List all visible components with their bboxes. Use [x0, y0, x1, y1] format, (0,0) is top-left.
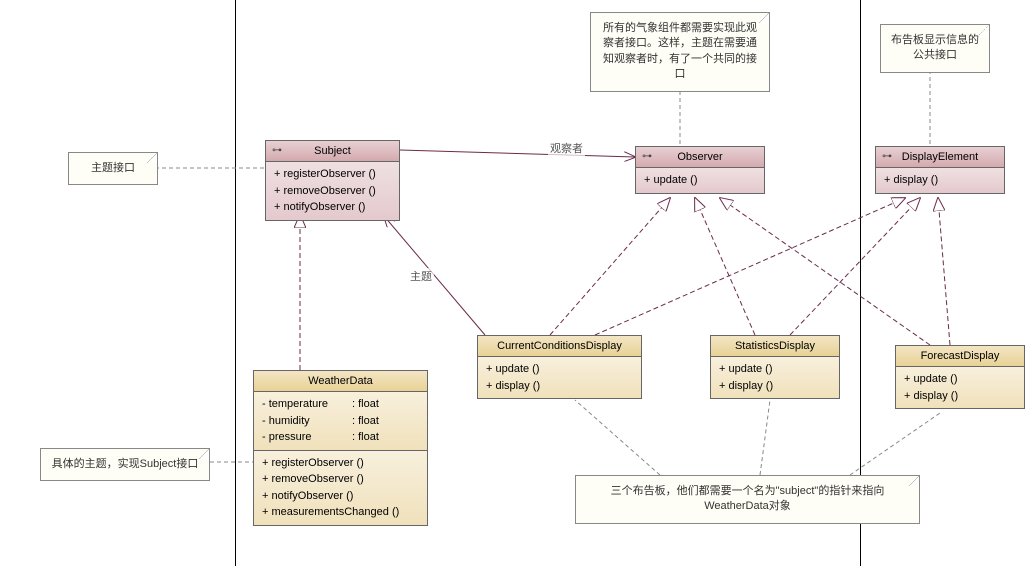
class-methods: + update () + display () [711, 357, 839, 398]
method: + notifyObserver () [262, 488, 419, 505]
class-header: ⊶ Subject [266, 141, 399, 162]
method: + display () [884, 172, 996, 189]
class-forecast: ForecastDisplay + update () + display () [895, 345, 1025, 409]
class-header: CurrentConditionsDisplay [478, 336, 641, 357]
interface-icon: ⊶ [882, 151, 892, 162]
class-attrs: - temperature: float - humidity: float -… [254, 392, 427, 451]
attr-name: - humidity [262, 413, 352, 430]
method: + update () [904, 371, 1016, 388]
method: + display () [719, 378, 831, 395]
class-name: ForecastDisplay [921, 350, 1000, 362]
interface-icon: ⊶ [642, 151, 652, 162]
class-header: ⊶ Observer [636, 147, 764, 168]
class-name: StatisticsDisplay [735, 340, 815, 352]
attr-type: : float [352, 429, 379, 446]
class-name: Subject [314, 145, 351, 157]
class-header: WeatherData [254, 371, 427, 392]
method: + update () [486, 361, 633, 378]
class-header: ⊶ DisplayElement [876, 147, 1004, 168]
note-text: 所有的气象组件都需要实现此观察者接口。这样，主题在需要通知观察者时，有了一个共同… [603, 22, 757, 80]
class-weatherdata: WeatherData - temperature: float - humid… [253, 370, 428, 526]
attr-name: - temperature [262, 396, 352, 413]
method: + registerObserver () [262, 455, 419, 472]
method: + measurementsChanged () [262, 504, 419, 521]
class-methods: + update () + display () [478, 357, 641, 398]
class-displayelement: ⊶ DisplayElement + display () [875, 146, 1005, 194]
note-text: 主题接口 [91, 162, 135, 174]
method: + notifyObserver () [274, 199, 391, 216]
note-display: 布告板显示信息的公共接口 [880, 24, 990, 73]
class-methods: + update () + display () [896, 367, 1024, 408]
lane-divider-1 [235, 0, 236, 566]
class-ccd: CurrentConditionsDisplay + update () + d… [477, 335, 642, 399]
note-subject: 主题接口 [68, 152, 158, 185]
class-methods: + update () [636, 168, 764, 193]
label-observer-rel: 观察者 [548, 140, 585, 156]
class-name: WeatherData [308, 375, 373, 387]
interface-icon: ⊶ [272, 145, 282, 156]
class-header: StatisticsDisplay [711, 336, 839, 357]
label-subject-rel: 主题 [408, 268, 434, 284]
attr-type: : float [352, 396, 379, 413]
class-subject: ⊶ Subject + registerObserver () + remove… [265, 140, 400, 221]
class-header: ForecastDisplay [896, 346, 1024, 367]
method: + display () [904, 388, 1016, 405]
class-name: DisplayElement [902, 151, 978, 163]
method: + update () [719, 361, 831, 378]
method: + removeObserver () [274, 183, 391, 200]
note-observer: 所有的气象组件都需要实现此观察者接口。这样，主题在需要通知观察者时，有了一个共同… [590, 12, 770, 92]
method: + update () [644, 172, 756, 189]
note-text: 布告板显示信息的公共接口 [891, 34, 979, 61]
class-methods: + registerObserver () + removeObserver (… [254, 451, 427, 525]
method: + registerObserver () [274, 166, 391, 183]
attr-type: : float [352, 413, 379, 430]
class-name: CurrentConditionsDisplay [497, 340, 622, 352]
note-weatherdata: 具体的主题，实现Subject接口 [40, 448, 210, 481]
note-boards: 三个布告板，他们都需要一个名为"subject"的指针来指向WeatherDat… [575, 475, 920, 524]
method: + removeObserver () [262, 471, 419, 488]
class-name: Observer [677, 151, 722, 163]
attr-name: - pressure [262, 429, 352, 446]
note-text: 三个布告板，他们都需要一个名为"subject"的指针来指向WeatherDat… [611, 485, 885, 512]
note-text: 具体的主题，实现Subject接口 [52, 458, 199, 470]
class-methods: + display () [876, 168, 1004, 193]
class-methods: + registerObserver () + removeObserver (… [266, 162, 399, 220]
method: + display () [486, 378, 633, 395]
class-observer: ⊶ Observer + update () [635, 146, 765, 194]
class-stats: StatisticsDisplay + update () + display … [710, 335, 840, 399]
